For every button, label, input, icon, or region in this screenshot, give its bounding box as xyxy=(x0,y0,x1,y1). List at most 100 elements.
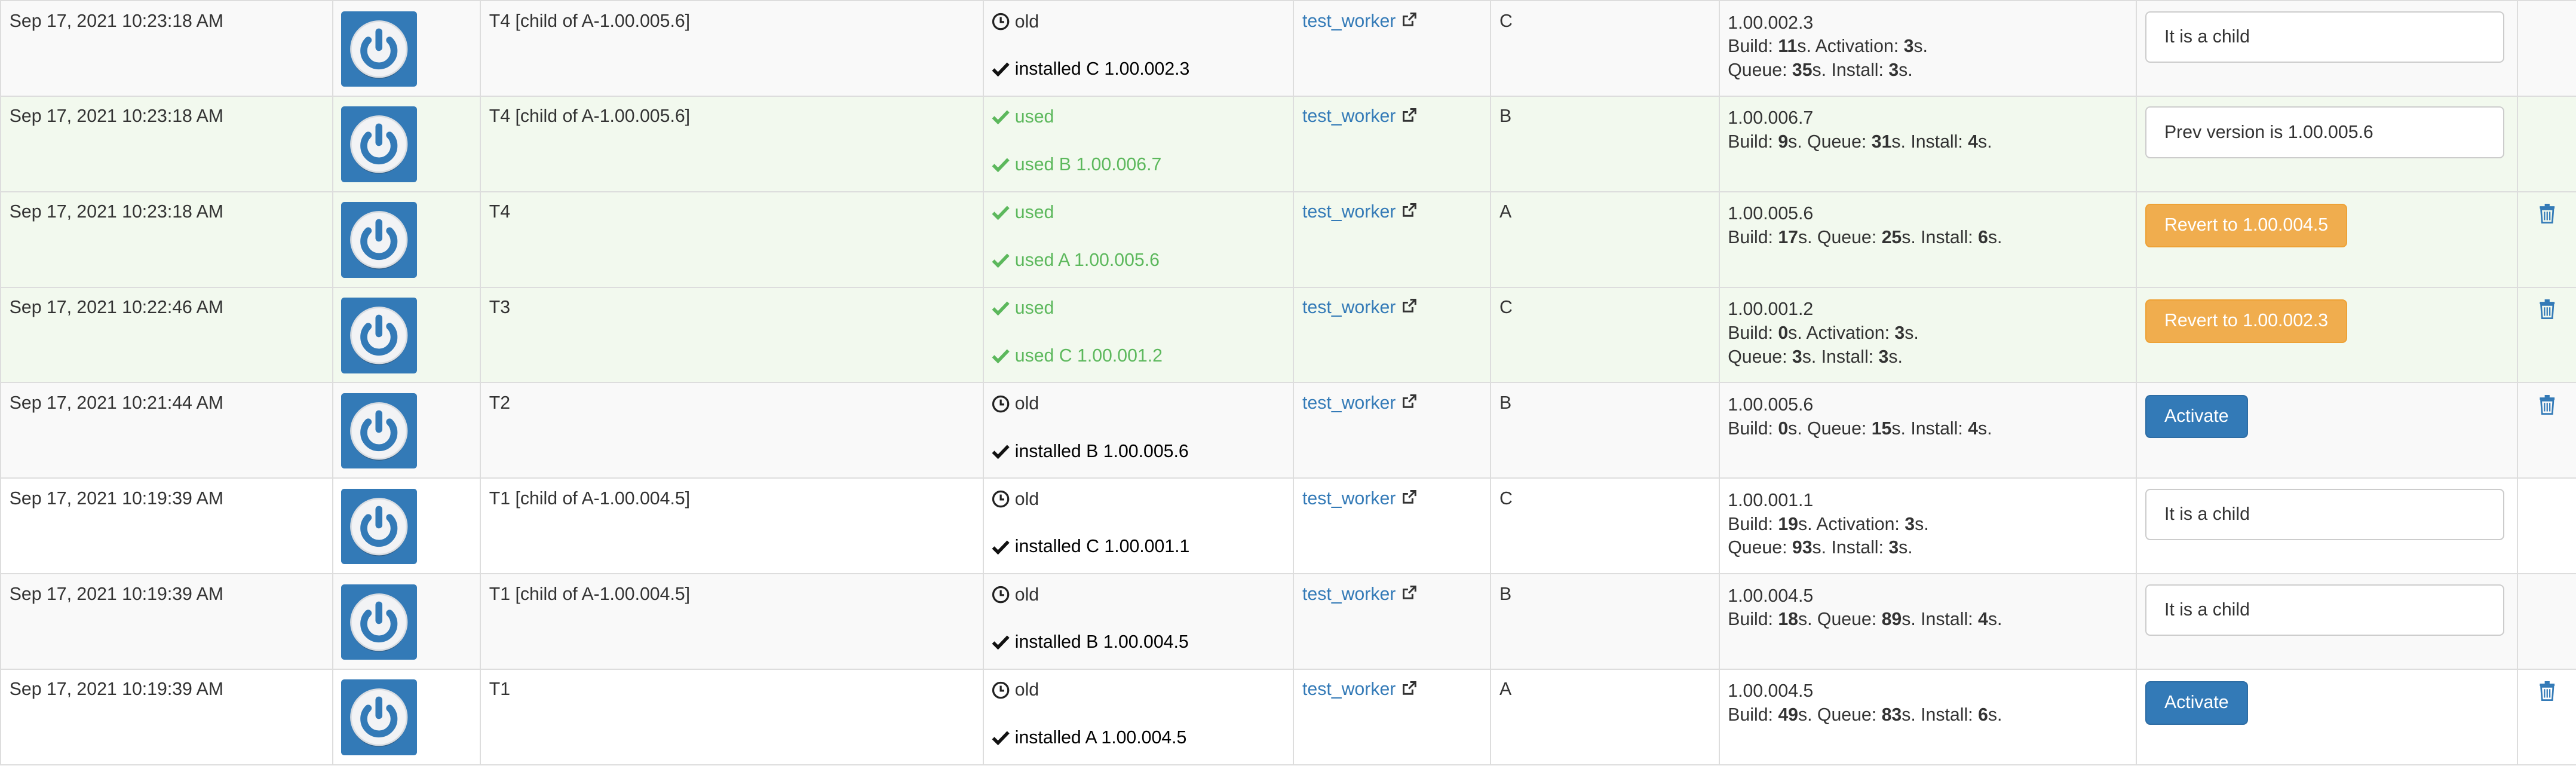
activate-button[interactable]: Activate xyxy=(2145,394,2248,439)
worker-cell: test_worker xyxy=(1293,477,1492,575)
install-status-label: installed B 1.00.005.6 xyxy=(1014,441,1189,461)
install-status-label: used C 1.00.001.2 xyxy=(1014,345,1163,366)
install-status-line: installed C 1.00.001.1 xyxy=(992,536,1284,558)
trash-icon[interactable] xyxy=(2539,681,2556,706)
queue-label: Queue: xyxy=(1817,705,1882,725)
deployment-row: Sep 17, 2021 10:19:39 AM xyxy=(0,573,2576,670)
deployment-date: Sep 17, 2021 10:22:46 AM xyxy=(9,298,223,318)
environment-label: B xyxy=(1499,584,1512,604)
external-link-icon xyxy=(1402,202,1417,222)
check-icon xyxy=(992,60,1010,79)
worker-name: test_worker xyxy=(1302,679,1396,700)
timing-line: Queue: 3s. Install: 3s. xyxy=(1728,345,2127,369)
delete-cell xyxy=(2516,382,2576,479)
worker-cell: test_worker xyxy=(1293,382,1492,479)
deployment-name-cell: T4 xyxy=(479,191,984,288)
revert-button[interactable]: Revert to 1.00.004.5 xyxy=(2145,203,2348,247)
app-icon-cell xyxy=(332,668,482,765)
deployment-date: Sep 17, 2021 10:23:18 AM xyxy=(9,106,223,127)
check-icon xyxy=(992,298,1010,318)
deployment-date: Sep 17, 2021 10:19:39 AM xyxy=(9,679,223,700)
deployment-row: Sep 17, 2021 10:19:39 AM xyxy=(0,477,2576,575)
state-label: used xyxy=(1014,203,1054,223)
timing-info: Build: 0s. Activation: 3s. Queue: 3s. Ins… xyxy=(1728,321,2127,369)
install-status-label: installed C 1.00.002.3 xyxy=(1014,59,1190,79)
date-cell: Sep 17, 2021 10:19:39 AM xyxy=(0,573,333,670)
install-seconds: 3 xyxy=(1878,347,1889,367)
environment-cell: C xyxy=(1490,477,1720,575)
install-seconds: 4 xyxy=(1978,609,1988,630)
build-label: Build: xyxy=(1728,514,1778,534)
timing-line: Build: 9s. Queue: 31s. Install: 4s. xyxy=(1728,130,2127,154)
worker-name: test_worker xyxy=(1302,298,1396,318)
trash-icon[interactable] xyxy=(2539,299,2556,324)
build-seconds: 9 xyxy=(1778,132,1789,152)
deployments-table-wrapper: Sep 17, 2021 10:23:18 AM T4 [child of A-… xyxy=(0,0,2576,765)
deployment-name-cell: T1 [child of A-1.00.004.5] xyxy=(479,477,984,575)
install-label: Install: xyxy=(1910,132,1968,152)
action-cell: Prev version is 1.00.005.6 xyxy=(2135,95,2519,192)
external-link-icon xyxy=(1402,679,1417,700)
revert-button[interactable]: Revert to 1.00.002.3 xyxy=(2145,299,2348,343)
info-note: It is a child xyxy=(2145,488,2504,541)
version-number: 1.00.001.2 xyxy=(1728,299,1814,320)
seconds-unit: s. xyxy=(1915,514,1929,534)
timing-info: Build: 49s. Queue: 83s. Install: 6s. xyxy=(1728,703,2127,727)
seconds-unit: s. xyxy=(1798,705,1813,725)
status-cell: old installed A 1.00.004.5 xyxy=(982,668,1295,765)
external-link-icon xyxy=(1402,106,1417,127)
info-note: Prev version is 1.00.005.6 xyxy=(2145,106,2504,158)
queue-seconds: 15 xyxy=(1871,418,1892,439)
build-seconds: 17 xyxy=(1778,228,1798,248)
deployment-name: T3 xyxy=(489,298,511,318)
deployment-name-cell: T2 xyxy=(479,382,984,479)
state-line: used xyxy=(992,202,1284,223)
install-seconds: 6 xyxy=(1978,705,1988,725)
activation-label: Activation: xyxy=(1816,514,1905,534)
status-cell: old installed C 1.00.001.1 xyxy=(982,477,1295,575)
worker-link[interactable]: test_worker xyxy=(1302,393,1417,413)
date-cell: Sep 17, 2021 10:22:46 AM xyxy=(0,286,333,384)
install-status-line: installed B 1.00.004.5 xyxy=(992,632,1284,653)
queue-label: Queue: xyxy=(1807,418,1872,439)
external-link-icon xyxy=(1402,584,1417,605)
worker-link[interactable]: test_worker xyxy=(1302,11,1417,32)
trash-icon[interactable] xyxy=(2539,203,2556,228)
worker-link[interactable]: test_worker xyxy=(1302,202,1417,222)
worker-name: test_worker xyxy=(1302,393,1396,413)
check-icon xyxy=(992,633,1010,653)
version-info-cell: 1.00.006.7 Build: 9s. Queue: 31s. Instal… xyxy=(1718,95,2138,192)
install-status-line: used A 1.00.005.6 xyxy=(992,250,1284,271)
worker-link[interactable]: test_worker xyxy=(1302,489,1417,509)
status-cell: used used B 1.00.006.7 xyxy=(982,95,1295,192)
queue-seconds: 93 xyxy=(1792,538,1813,558)
environment-label: C xyxy=(1499,11,1513,31)
delete-cell xyxy=(2516,95,2576,192)
seconds-unit: s. xyxy=(1797,36,1811,57)
version-info-cell: 1.00.001.1 Build: 19s. Activation: 3s. Qu… xyxy=(1718,477,2138,575)
activation-seconds: 3 xyxy=(1905,514,1915,534)
seconds-unit: s. xyxy=(1988,609,2002,630)
install-seconds: 6 xyxy=(1978,228,1988,248)
worker-link[interactable]: test_worker xyxy=(1302,679,1417,700)
status-cell: used used C 1.00.001.2 xyxy=(982,286,1295,384)
activation-label: Activation: xyxy=(1815,36,1904,57)
power-icon xyxy=(341,679,417,755)
delete-cell xyxy=(2516,286,2576,384)
activate-button[interactable]: Activate xyxy=(2145,681,2248,725)
state-label: used xyxy=(1014,107,1054,127)
deployment-name: T1 xyxy=(489,679,511,700)
worker-link[interactable]: test_worker xyxy=(1302,584,1417,605)
seconds-unit: s. xyxy=(1913,36,1928,57)
action-cell: Revert to 1.00.004.5 xyxy=(2135,191,2519,288)
worker-link[interactable]: test_worker xyxy=(1302,106,1417,127)
install-label: Install: xyxy=(1910,418,1968,439)
timing-line: Queue: 35s. Install: 3s. xyxy=(1728,59,2127,82)
queue-label: Queue: xyxy=(1817,609,1882,630)
delete-cell xyxy=(2516,573,2576,670)
trash-icon[interactable] xyxy=(2539,394,2556,419)
worker-link[interactable]: test_worker xyxy=(1302,298,1417,318)
seconds-unit: s. xyxy=(1888,347,1903,367)
app-icon-cell xyxy=(332,477,482,575)
state-line: used xyxy=(992,106,1284,128)
